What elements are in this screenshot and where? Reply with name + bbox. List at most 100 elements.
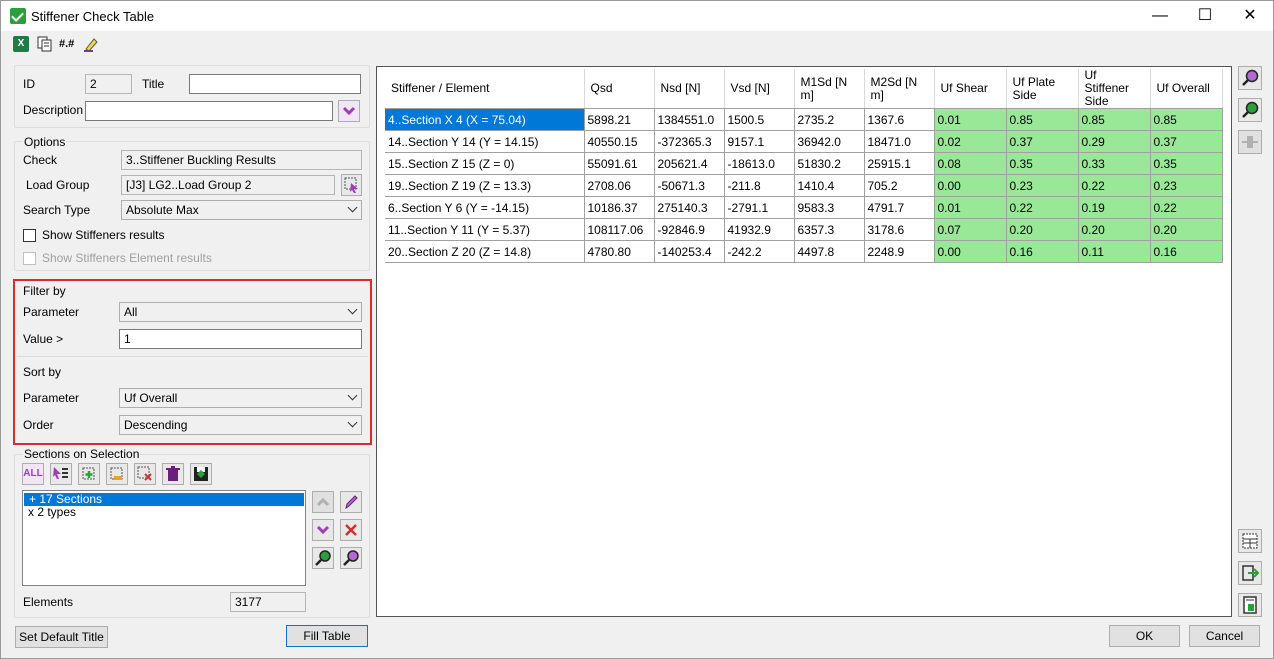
delete-section-button[interactable] xyxy=(162,463,184,485)
copy-icon[interactable] xyxy=(37,36,53,52)
list-item[interactable]: x 2 types xyxy=(23,506,305,519)
fill-table-button[interactable]: Fill Table xyxy=(286,625,368,647)
table-cell[interactable]: 55091.61 xyxy=(584,152,655,175)
table-cell[interactable]: 9583.3 xyxy=(794,196,865,219)
table-cell[interactable]: 2708.06 xyxy=(584,174,655,197)
edit-section-button[interactable] xyxy=(106,463,128,485)
clear-list-button[interactable] xyxy=(340,519,362,541)
sections-list[interactable]: + 17 Sections x 2 types xyxy=(22,490,306,586)
table-cell[interactable]: 0.00 xyxy=(934,174,1007,197)
table-cell[interactable]: 108117.06 xyxy=(584,218,655,241)
table-cell[interactable]: 0.23 xyxy=(1006,174,1079,197)
table-cell[interactable]: 6..Section Y 6 (Y = -14.15) xyxy=(385,196,585,219)
table-row[interactable]: 20..Section Z 20 (Z = 14.8) 4780.80 -14025… xyxy=(385,240,1223,263)
save-section-button[interactable] xyxy=(190,463,212,485)
table-cell[interactable]: 0.35 xyxy=(1006,152,1079,175)
table-cell[interactable]: 0.01 xyxy=(934,108,1007,131)
table-cell[interactable]: 0.20 xyxy=(1006,218,1079,241)
column-header[interactable]: Stiffener / Element xyxy=(385,69,585,109)
table-cell[interactable]: 1367.6 xyxy=(864,108,935,131)
table-cell[interactable]: 0.11 xyxy=(1078,240,1151,263)
zoom-green-button[interactable] xyxy=(312,547,334,569)
table-cell[interactable]: 205621.4 xyxy=(654,152,725,175)
table-cell[interactable]: 0.37 xyxy=(1150,130,1223,153)
table-cell[interactable]: 0.22 xyxy=(1150,196,1223,219)
table-cell[interactable]: -211.8 xyxy=(724,174,795,197)
table-cell[interactable]: 275140.3 xyxy=(654,196,725,219)
table-cell[interactable]: 1500.5 xyxy=(724,108,795,131)
column-header[interactable]: Nsd [N] xyxy=(654,69,725,109)
filter-value-field[interactable]: 1 xyxy=(119,329,362,349)
select-load-group-button[interactable] xyxy=(341,174,362,196)
clear-icon[interactable] xyxy=(83,36,99,52)
table-cell[interactable]: 0.02 xyxy=(934,130,1007,153)
column-header[interactable]: Uf Overall xyxy=(1150,69,1223,109)
results-grid[interactable]: Stiffener / Element Qsd Nsd [N] Vsd [N] M1Sd… xyxy=(376,66,1232,617)
zoom-purple-button[interactable] xyxy=(340,547,362,569)
column-header[interactable]: Uf Plate Side xyxy=(1006,69,1079,109)
table-cell[interactable]: -140253.4 xyxy=(654,240,725,263)
show-stiffeners-checkbox[interactable] xyxy=(23,229,36,242)
table-cell[interactable]: 0.22 xyxy=(1006,196,1079,219)
table-cell[interactable]: 20..Section Z 20 (Z = 14.8) xyxy=(385,240,585,263)
column-header[interactable]: M1Sd [N m] xyxy=(794,69,865,109)
table-cell[interactable]: 0.37 xyxy=(1006,130,1079,153)
add-section-button[interactable] xyxy=(78,463,100,485)
remove-section-button[interactable] xyxy=(134,463,156,485)
table-row[interactable]: 15..Section Z 15 (Z = 0) 55091.61 205621.4… xyxy=(385,152,1223,175)
table-cell[interactable]: 4780.80 xyxy=(584,240,655,263)
table-row[interactable]: 14..Section Y 14 (Y = 14.15) 40550.15 -372… xyxy=(385,130,1223,153)
column-header[interactable]: Uf Stiffener Side xyxy=(1078,69,1151,109)
table-cell[interactable]: 0.16 xyxy=(1006,240,1079,263)
export-side-button[interactable] xyxy=(1238,561,1262,585)
table-cell[interactable]: 5898.21 xyxy=(584,108,655,131)
zoom-out-side-button[interactable] xyxy=(1238,66,1262,90)
column-header[interactable]: Qsd xyxy=(584,69,655,109)
table-cell[interactable]: 0.08 xyxy=(934,152,1007,175)
cancel-button[interactable]: Cancel xyxy=(1189,625,1260,647)
table-cell[interactable]: 3178.6 xyxy=(864,218,935,241)
table-cell[interactable]: 4497.8 xyxy=(794,240,865,263)
title-field[interactable] xyxy=(189,74,361,94)
ok-button[interactable]: OK xyxy=(1109,625,1180,647)
search-type-select[interactable]: Absolute Max xyxy=(121,200,362,220)
description-field[interactable] xyxy=(85,101,333,121)
table-cell[interactable]: 51830.2 xyxy=(794,152,865,175)
table-cell[interactable]: 0.07 xyxy=(934,218,1007,241)
select-all-button[interactable]: ALL xyxy=(22,463,44,485)
table-cell[interactable]: -2791.1 xyxy=(724,196,795,219)
table-cell[interactable]: 0.22 xyxy=(1078,174,1151,197)
table-cell[interactable]: -372365.3 xyxy=(654,130,725,153)
table-cell[interactable]: 0.01 xyxy=(934,196,1007,219)
table-cell[interactable]: 15..Section Z 15 (Z = 0) xyxy=(385,152,585,175)
move-down-button[interactable] xyxy=(312,519,334,541)
table-cell[interactable]: 0.29 xyxy=(1078,130,1151,153)
table-cell[interactable]: 1384551.0 xyxy=(654,108,725,131)
table-cell[interactable]: 6357.3 xyxy=(794,218,865,241)
table-cell[interactable]: 4..Section X 4 (X = 75.04) xyxy=(385,108,585,131)
table-cell[interactable]: -92846.9 xyxy=(654,218,725,241)
table-cell[interactable]: 0.85 xyxy=(1078,108,1151,131)
table-cell[interactable]: 0.00 xyxy=(934,240,1007,263)
table-cell[interactable]: 1410.4 xyxy=(794,174,865,197)
table-cell[interactable]: 10186.37 xyxy=(584,196,655,219)
excel-icon[interactable]: X xyxy=(13,36,29,52)
table-cell[interactable]: 0.20 xyxy=(1150,218,1223,241)
table-cell[interactable]: -50671.3 xyxy=(654,174,725,197)
maximize-button[interactable]: ☐ xyxy=(1182,1,1228,31)
table-cell[interactable]: 14..Section Y 14 (Y = 14.15) xyxy=(385,130,585,153)
table-cell[interactable]: 2735.2 xyxy=(794,108,865,131)
table-cell[interactable]: -242.2 xyxy=(724,240,795,263)
table-row[interactable]: 19..Section Z 19 (Z = 13.3) 2708.06 -50671… xyxy=(385,174,1223,197)
close-button[interactable]: ✕ xyxy=(1227,1,1273,31)
table-cell[interactable]: 19..Section Z 19 (Z = 13.3) xyxy=(385,174,585,197)
table-row[interactable]: 11..Section Y 11 (Y = 5.37) 108117.06 -928… xyxy=(385,218,1223,241)
table-row[interactable]: 6..Section Y 6 (Y = -14.15) 10186.37 27514… xyxy=(385,196,1223,219)
column-header[interactable]: Uf Shear xyxy=(934,69,1007,109)
minimize-button[interactable]: — xyxy=(1137,1,1183,31)
table-cell[interactable]: 18471.0 xyxy=(864,130,935,153)
table-cell[interactable]: 0.85 xyxy=(1150,108,1223,131)
select-list-button[interactable] xyxy=(50,463,72,485)
rename-section-button[interactable] xyxy=(340,491,362,513)
number-format-icon[interactable]: #.# xyxy=(59,36,75,52)
